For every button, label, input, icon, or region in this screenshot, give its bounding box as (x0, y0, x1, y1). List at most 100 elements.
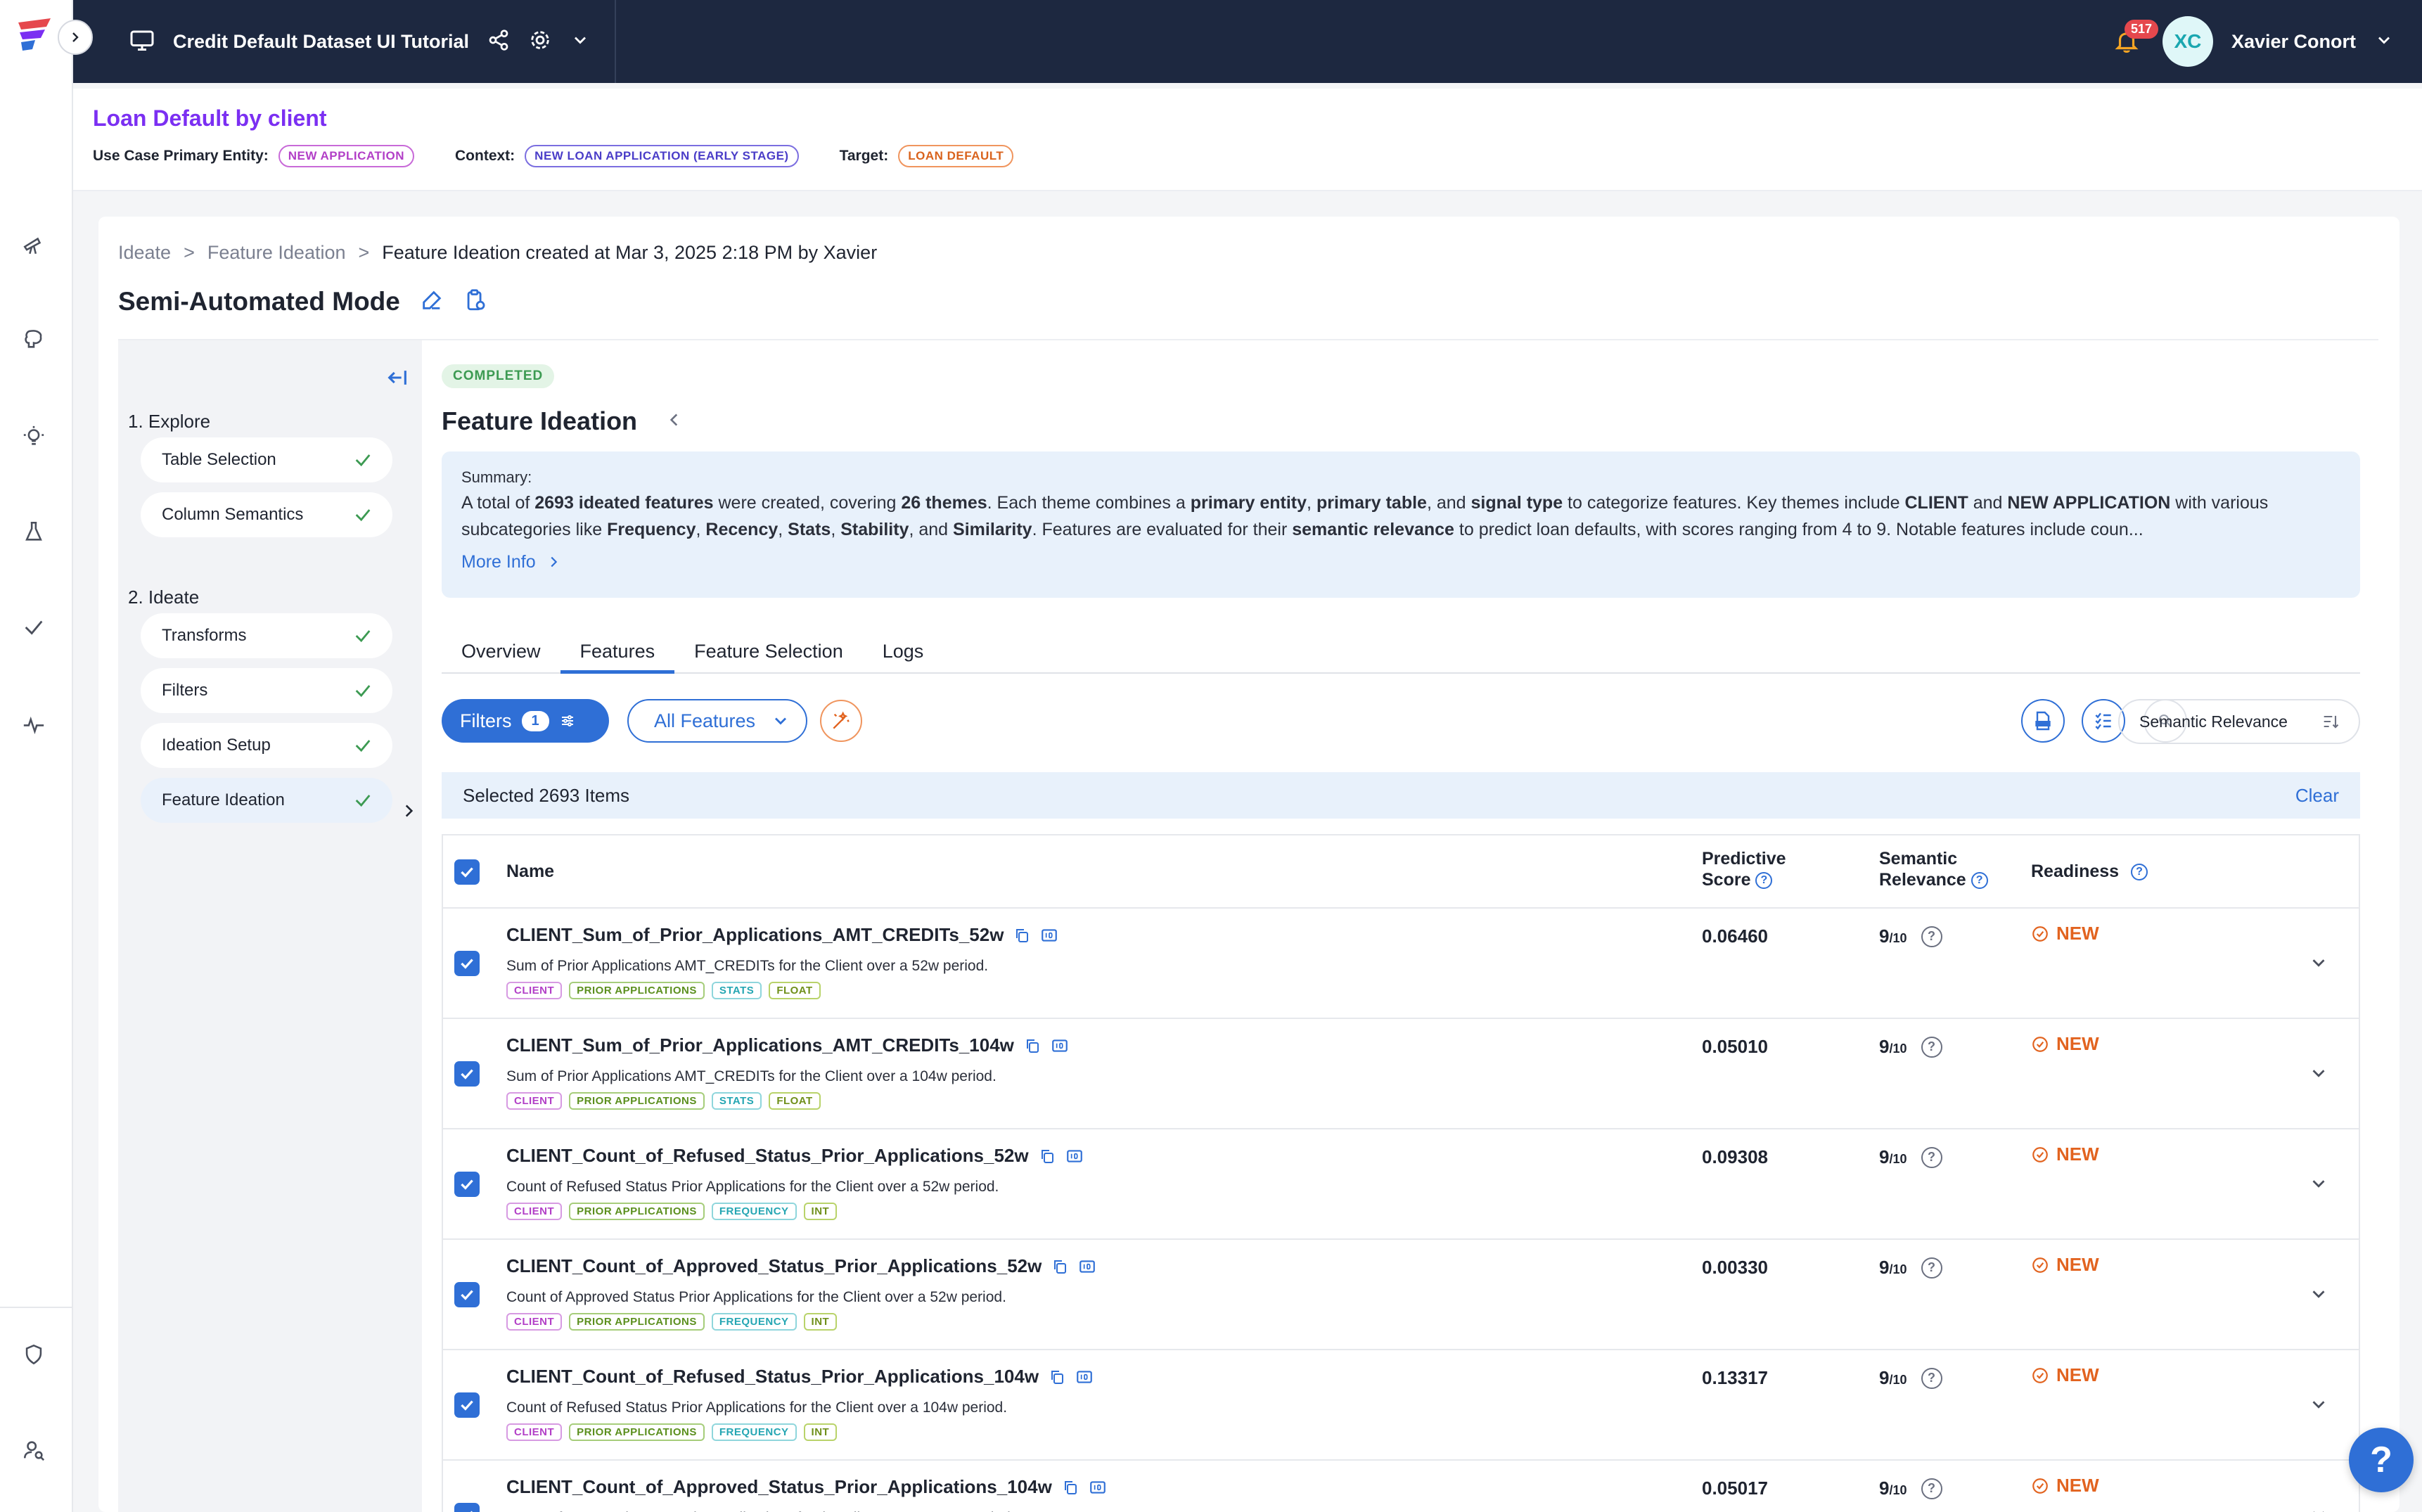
row-checkbox[interactable] (454, 1392, 480, 1418)
tab-features[interactable]: Features (560, 630, 675, 674)
table-row[interactable]: CLIENT_Count_of_Refused_Status_Prior_App… (443, 1129, 2359, 1240)
step-table-selection[interactable]: Table Selection (141, 437, 392, 482)
expand-row-chevron-down-icon[interactable] (2308, 1063, 2329, 1087)
row-checkbox[interactable] (454, 1503, 480, 1512)
use-case-title[interactable]: Loan Default by client (93, 105, 326, 132)
chevron-left-icon[interactable] (665, 411, 684, 433)
filters-button[interactable]: Filters 1 (442, 699, 609, 743)
feature-name[interactable]: CLIENT_Count_of_Refused_Status_Prior_App… (506, 1145, 1084, 1167)
column-header-predictive-score[interactable]: Predictive Score ? (1702, 848, 1786, 890)
feature-name[interactable]: CLIENT_Count_of_Refused_Status_Prior_App… (506, 1366, 1094, 1388)
notifications-button[interactable]: 517 (2109, 20, 2158, 59)
row-checkbox[interactable] (454, 1282, 480, 1307)
question-icon[interactable]: ? (1921, 1478, 1942, 1499)
tab-feature-selection[interactable]: Feature Selection (674, 630, 863, 672)
user-search-icon[interactable] (20, 1436, 48, 1464)
lightbulb-icon[interactable] (20, 422, 48, 450)
pulse-icon[interactable] (20, 710, 48, 738)
id-card-icon[interactable] (1051, 1037, 1069, 1055)
step-ideation-setup[interactable]: Ideation Setup (141, 723, 392, 768)
gear-icon[interactable] (528, 28, 552, 56)
expand-row-chevron-down-icon[interactable] (2308, 1283, 2329, 1308)
copy-icon[interactable] (1013, 927, 1030, 944)
expand-sidebar-button[interactable] (58, 20, 93, 55)
brain-icon[interactable] (20, 325, 48, 353)
tab-overview[interactable]: Overview (442, 630, 560, 672)
clear-selection-button[interactable]: Clear (2295, 785, 2339, 807)
collapse-panel-icon[interactable] (385, 366, 409, 393)
avatar[interactable]: XC (2162, 16, 2213, 67)
feature-name[interactable]: CLIENT_Sum_of_Prior_Applications_AMT_CRE… (506, 1034, 1069, 1056)
checkmark-icon[interactable] (20, 613, 48, 641)
copy-icon[interactable] (1062, 1479, 1079, 1496)
shield-icon[interactable] (20, 1340, 48, 1369)
check-circle-icon (2032, 925, 2048, 942)
help-button[interactable]: ? (2349, 1428, 2414, 1492)
check-circle-icon (2032, 1367, 2048, 1383)
edit-icon[interactable] (420, 288, 444, 316)
step-feature-ideation[interactable]: Feature Ideation (141, 778, 392, 823)
readiness-label: NEW (2056, 1254, 2099, 1275)
id-card-icon[interactable] (1078, 1257, 1096, 1276)
help-icon[interactable]: ? (1755, 872, 1773, 890)
copy-icon[interactable] (1039, 1148, 1056, 1165)
id-card-icon[interactable] (1040, 926, 1058, 944)
expand-row-chevron-down-icon[interactable] (2308, 1504, 2329, 1512)
magic-wand-icon[interactable] (820, 700, 862, 742)
flask-icon[interactable] (20, 518, 48, 546)
row-checkbox[interactable] (454, 951, 480, 976)
table-row[interactable]: CLIENT_Count_of_Approved_Status_Prior_Ap… (443, 1461, 2359, 1512)
select-all-checkbox[interactable] (454, 859, 480, 885)
feature-name[interactable]: CLIENT_Count_of_Approved_Status_Prior_Ap… (506, 1255, 1096, 1277)
expand-row-chevron-down-icon[interactable] (2308, 952, 2329, 977)
table-row[interactable]: CLIENT_Count_of_Approved_Status_Prior_Ap… (443, 1240, 2359, 1350)
target-label: Target: (839, 148, 889, 164)
column-header-semantic-relevance[interactable]: Semantic Relevance ? (1879, 848, 1988, 890)
id-card-icon[interactable] (1089, 1478, 1107, 1497)
project-title[interactable]: Credit Default Dataset UI Tutorial (173, 31, 469, 53)
id-card-icon[interactable] (1075, 1368, 1094, 1386)
user-menu-chevron-down-icon[interactable] (2374, 30, 2394, 53)
page-title: Semi-Automated Mode (118, 287, 400, 316)
question-icon[interactable]: ? (1921, 1036, 1942, 1058)
breadcrumb-ideate[interactable]: Ideate (118, 242, 171, 264)
id-card-icon[interactable] (1065, 1147, 1084, 1165)
copy-icon[interactable] (1024, 1037, 1041, 1054)
share-icon[interactable] (487, 29, 510, 55)
question-icon[interactable]: ? (1921, 1146, 1942, 1168)
all-features-dropdown[interactable]: All Features (627, 699, 807, 743)
download-csv-icon[interactable] (2021, 699, 2065, 743)
column-header-readiness[interactable]: Readiness ? (2031, 861, 2148, 882)
copy-icon[interactable] (1051, 1258, 1068, 1275)
app-logo[interactable] (14, 17, 56, 52)
row-checkbox[interactable] (454, 1061, 480, 1087)
copy-icon[interactable] (1049, 1369, 1065, 1385)
relevance-denominator: /10 (1889, 1042, 1907, 1056)
step-column-semantics[interactable]: Column Semantics (141, 492, 392, 537)
chevron-down-icon[interactable] (570, 30, 590, 53)
step-filters[interactable]: Filters (141, 668, 392, 713)
breadcrumb-feature-ideation[interactable]: Feature Ideation (207, 242, 346, 264)
row-checkbox[interactable] (454, 1172, 480, 1197)
table-row[interactable]: CLIENT_Count_of_Refused_Status_Prior_App… (443, 1350, 2359, 1461)
clipboard-settings-icon[interactable] (463, 288, 487, 316)
question-icon[interactable]: ? (1921, 1367, 1942, 1389)
table-row[interactable]: CLIENT_Sum_of_Prior_Applications_AMT_CRE… (443, 909, 2359, 1019)
telescope-icon[interactable] (20, 231, 48, 259)
sort-by-select[interactable]: Semantic Relevance (2118, 699, 2360, 744)
user-name[interactable]: Xavier Conort (2231, 31, 2356, 53)
table-row[interactable]: CLIENT_Sum_of_Prior_Applications_AMT_CRE… (443, 1019, 2359, 1129)
question-icon[interactable]: ? (1921, 1257, 1942, 1279)
tab-logs[interactable]: Logs (863, 630, 944, 672)
step-transforms[interactable]: Transforms (141, 613, 392, 658)
expand-row-chevron-down-icon[interactable] (2308, 1173, 2329, 1198)
question-icon[interactable]: ? (1921, 925, 1942, 947)
column-header-name[interactable]: Name (506, 861, 554, 882)
help-icon[interactable]: ? (2131, 864, 2148, 881)
more-info-link[interactable]: More Info (461, 549, 2340, 575)
expand-row-chevron-down-icon[interactable] (2308, 1394, 2329, 1418)
feature-name[interactable]: CLIENT_Sum_of_Prior_Applications_AMT_CRE… (506, 924, 1058, 946)
help-icon[interactable]: ? (1971, 872, 1988, 890)
feature-name[interactable]: CLIENT_Count_of_Approved_Status_Prior_Ap… (506, 1476, 1107, 1498)
step-label: Filters (162, 681, 208, 700)
